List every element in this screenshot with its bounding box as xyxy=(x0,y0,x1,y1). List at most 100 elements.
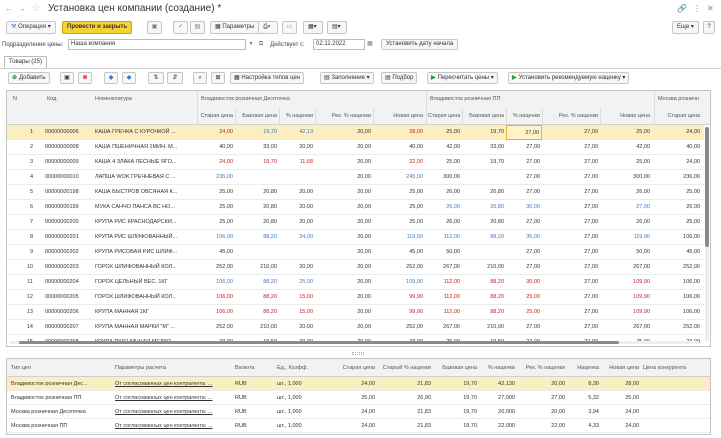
set-start-date-button[interactable]: Установить дату начала xyxy=(381,39,459,50)
attachments-icon[interactable]: ▭ xyxy=(282,21,297,34)
cancel-search-icon[interactable]: ⊠ xyxy=(211,72,225,84)
detail-header-cell[interactable]: Старый % наценки xyxy=(377,359,433,377)
row-value[interactable]: 40,00 xyxy=(373,140,425,155)
row-value[interactable] xyxy=(279,170,315,185)
row-value[interactable]: 27,00 xyxy=(506,185,542,200)
row-value[interactable]: 245,00 xyxy=(373,170,425,185)
row-value[interactable]: 27,00 xyxy=(542,155,600,170)
row-value[interactable]: 210,00 xyxy=(462,260,506,275)
row-value[interactable]: 25,00 xyxy=(197,200,235,215)
row-value[interactable]: 26,00 xyxy=(654,200,702,215)
link-icon[interactable]: 🔗 xyxy=(677,4,687,14)
row-value[interactable]: 106,00 xyxy=(654,230,702,245)
row-value[interactable]: 109,90 xyxy=(373,275,425,290)
table-row[interactable]: 8 00000000201 КРУПА РИС ШЛИФОВАННЫЙ... 106,… xyxy=(7,230,704,245)
find-icon[interactable]: ⌕ xyxy=(193,72,207,84)
detail-cell[interactable]: От согласованных цен контрагента: ... xyxy=(113,391,233,405)
row-value[interactable]: 25,00 xyxy=(373,185,425,200)
detail-row[interactable]: Москва розничная ПП От согласованных цен … xyxy=(7,419,710,433)
row-value[interactable]: 27,00 xyxy=(600,200,652,215)
row-value[interactable]: 20,80 xyxy=(462,215,506,230)
detail-cell[interactable]: От согласованных цен контрагента: ... xyxy=(113,405,233,419)
operation-button[interactable]: ⚒ Операция ▾ xyxy=(6,21,56,34)
row-name[interactable]: КАША ПШЕНИЧНАЯ 1МИН. М... xyxy=(93,140,197,155)
add-row-button[interactable]: ⊕ Добавить xyxy=(8,72,50,84)
row-value[interactable]: 25,00 xyxy=(600,155,652,170)
row-value[interactable]: 26,00 xyxy=(426,185,462,200)
detail-header-cell[interactable]: Старая цена xyxy=(331,359,377,377)
sort-asc-icon[interactable]: ⇅ xyxy=(148,72,164,84)
table-row[interactable]: 6 00000000199 МУКА САНЧО ПАНСА ВС НО... 25,… xyxy=(7,200,704,215)
row-value[interactable] xyxy=(462,245,506,260)
help-button[interactable]: ? xyxy=(703,21,715,34)
detail-row[interactable]: Владивосток розничная Дес... От согласова… xyxy=(7,377,710,391)
row-value[interactable]: 27,00 xyxy=(506,215,542,230)
row-value[interactable]: 35,00 xyxy=(506,230,542,245)
row-value[interactable]: 236,00 xyxy=(197,170,235,185)
row-value[interactable]: 25,00 xyxy=(279,275,315,290)
row-value[interactable]: 106,00 xyxy=(197,275,235,290)
row-name[interactable]: ЛАПША WOK ГРЕЧНЕВАЯ С ... xyxy=(93,170,197,185)
row-value[interactable]: 42,13 xyxy=(279,125,315,140)
report-icon[interactable]: ▤ xyxy=(190,21,205,34)
table-row[interactable]: 7 00000000200 КРУПА РИС КРАСНОДАРСКИ... 25,… xyxy=(7,215,704,230)
row-value[interactable]: 25,00 xyxy=(373,200,425,215)
table-row[interactable]: 11 00000000204 ГОРОХ ЦЕЛЬНЫЙ ВЕС. 1КГ 106,0… xyxy=(7,275,704,290)
table-row[interactable]: 3 00000000009 КАША 4 ЗЛАКА ЛЕСНЫЕ ЯГО... 24… xyxy=(7,155,704,170)
row-name[interactable]: ГОРОХ ШЛИФОВАННЫЙ КОЛ... xyxy=(93,260,197,275)
related-docs-button[interactable]: ▤▾ xyxy=(327,21,347,34)
row-value[interactable]: 19,70 xyxy=(462,155,506,170)
price-types-button[interactable]: ▦ Настройка типов цен xyxy=(230,72,305,84)
row-value[interactable]: 88,20 xyxy=(462,290,506,305)
row-value[interactable] xyxy=(235,245,279,260)
row-value[interactable]: 88,20 xyxy=(235,275,279,290)
row-value[interactable] xyxy=(279,245,315,260)
row-name[interactable]: КАША 4 ЗЛАКА ЛЕСНЫЕ ЯГО... xyxy=(93,155,197,170)
header-n[interactable]: N xyxy=(11,91,25,108)
row-value[interactable]: 252,00 xyxy=(197,260,235,275)
header-sub-column[interactable]: Базовая цена xyxy=(462,108,506,125)
row-value[interactable]: 24,00 xyxy=(654,155,702,170)
row-value[interactable]: 27,00 xyxy=(542,275,600,290)
table-row[interactable]: 12 00000000205 ГОРОХ ШЛИФОВАННЫЙ КОЛ... 106… xyxy=(7,290,704,305)
more-vertical-icon[interactable]: ⋮ xyxy=(693,4,701,14)
row-value[interactable] xyxy=(235,170,279,185)
row-value[interactable]: 20,80 xyxy=(235,185,279,200)
row-value[interactable]: 27,00 xyxy=(506,170,542,185)
open-icon[interactable]: ⧉ xyxy=(256,39,266,50)
row-value[interactable]: 27,00 xyxy=(542,230,600,245)
row-value[interactable]: 210,00 xyxy=(462,320,506,335)
detail-header-cell[interactable]: % наценки xyxy=(479,359,517,377)
back-arrow-icon[interactable]: ← xyxy=(4,4,14,14)
row-value[interactable]: 15,00 xyxy=(279,305,315,320)
row-value[interactable]: 40,00 xyxy=(654,140,702,155)
row-value[interactable]: 106,00 xyxy=(197,290,235,305)
table-row[interactable]: 14 00000000207 КРУПА МАННАЯ МАРКИ "М" ... 2… xyxy=(7,320,704,335)
row-value[interactable]: 27,00 xyxy=(506,245,542,260)
row-value[interactable]: 27,00 xyxy=(542,320,600,335)
row-value[interactable]: 27,00 xyxy=(542,125,600,140)
row-value[interactable]: 45,00 xyxy=(373,245,425,260)
table-row[interactable]: 13 00000000206 КРУПА МАННАЯ 1КГ 106,00 88,20… xyxy=(7,305,704,320)
row-name[interactable]: ГОРОХ ШЛИФОВАННЫЙ КОЛ... xyxy=(93,290,197,305)
create-based-on-button[interactable]: ▦▾ xyxy=(303,21,323,34)
header-sub-column[interactable]: Рек. % наценки xyxy=(542,108,600,125)
row-value[interactable]: 27,00 xyxy=(542,200,600,215)
row-value[interactable]: 252,00 xyxy=(654,320,702,335)
row-name[interactable]: ГОРОХ ЦЕЛЬНЫЙ ВЕС. 1КГ xyxy=(93,275,197,290)
row-value[interactable]: 24,00 xyxy=(197,155,235,170)
row-name[interactable]: КРУПА МАННАЯ МАРКИ "М" ... xyxy=(93,320,197,335)
delete-icon[interactable]: ⊗ xyxy=(78,72,92,84)
table-row[interactable]: 1 00000000006 КАША ГРЕЧКА С КУРОЧКОЙ ... 24… xyxy=(7,125,704,140)
detail-header-cell[interactable]: Цена конкурента xyxy=(641,359,709,377)
row-value[interactable]: 210,00 xyxy=(235,260,279,275)
row-value[interactable]: 24,00 xyxy=(197,125,235,140)
row-value[interactable]: 267,00 xyxy=(426,320,462,335)
more-button[interactable]: Еще ▾ xyxy=(672,21,699,34)
row-value[interactable]: 50,00 xyxy=(426,245,462,260)
row-value[interactable]: 252,00 xyxy=(373,260,425,275)
row-value[interactable]: 106,00 xyxy=(197,230,235,245)
row-value[interactable]: 45,00 xyxy=(197,245,235,260)
detail-cell[interactable]: От согласованных цен контрагента: ... xyxy=(113,377,233,391)
row-value[interactable]: 20,00 xyxy=(315,185,373,200)
